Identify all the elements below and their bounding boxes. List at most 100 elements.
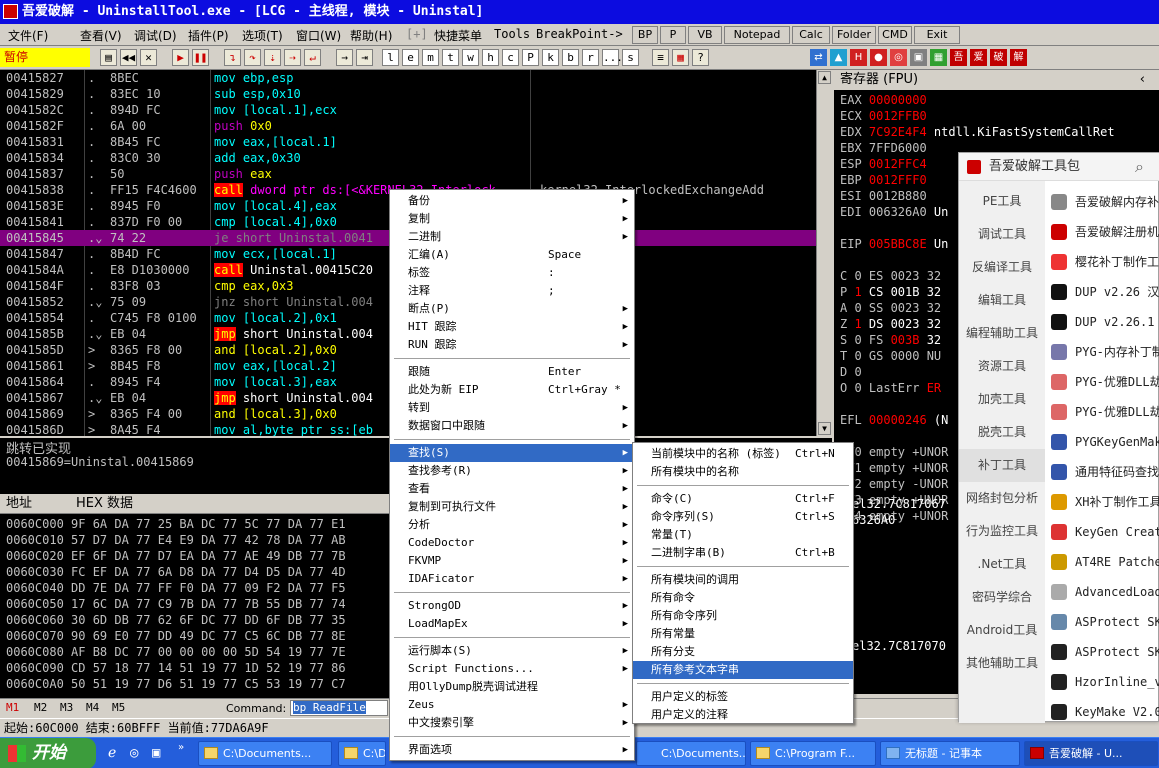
find-submenu-item[interactable]: 所有命令序列 — [633, 607, 853, 625]
toolbar-w[interactable]: w — [462, 49, 479, 66]
menu-tools[interactable]: Tools — [494, 27, 530, 41]
context-menu-item[interactable]: 界面选项 ▶ — [390, 741, 634, 759]
find-submenu-item[interactable]: 二进制字串(B) Ctrl+B — [633, 544, 853, 562]
disasm-row[interactable]: 0041582F. 6A 00 push 0x0 — [0, 118, 816, 134]
context-menu-item[interactable]: 标签: — [390, 264, 634, 282]
find-submenu-item[interactable]: 命令(C) Ctrl+F — [633, 490, 853, 508]
register-row[interactable]: ST2 empty -UNOR — [840, 476, 948, 492]
find-submenu-item[interactable]: 所有分支 — [633, 643, 853, 661]
register-row[interactable]: ST0 empty +UNOR — [840, 444, 948, 460]
register-row[interactable]: EBX 7FFD6000 — [840, 140, 927, 156]
collapse-icon[interactable]: ‹ — [1140, 70, 1145, 90]
toolkit-category[interactable]: 资源工具 — [959, 350, 1045, 383]
toolkit-category[interactable]: 行为监控工具 — [959, 515, 1045, 548]
register-row[interactable]: A 0 SS 0023 32 — [840, 300, 941, 316]
bp-button[interactable]: BP — [632, 26, 658, 44]
execute-till-return-icon[interactable]: ↵ — [304, 49, 321, 66]
context-menu-item[interactable]: 运行脚本(S) ▶ — [390, 642, 634, 660]
exit-button[interactable]: Exit — [914, 26, 960, 44]
toolbar-k[interactable]: k — [542, 49, 559, 66]
context-menu-item[interactable]: FKVMP ▶ — [390, 552, 634, 570]
dump-row[interactable]: 0060C020 EF 6F DA 77 D7 EA DA 77 AE 49 D… — [6, 548, 346, 564]
toolbar-c[interactable]: c — [502, 49, 519, 66]
register-row[interactable]: ECX 0012FFB0 — [840, 108, 927, 124]
toolbar-l[interactable]: l — [382, 49, 399, 66]
register-row[interactable]: EDI 006326A0 Un — [840, 204, 948, 220]
menu-options[interactable]: 选项(T) — [242, 27, 283, 44]
context-menu-item[interactable]: 复制到可执行文件 ▶ — [390, 498, 634, 516]
step-into-icon[interactable]: ↴ — [224, 49, 241, 66]
context-menu-item[interactable]: 断点(P) ▶ — [390, 300, 634, 318]
context-menu-item[interactable]: 复制 ▶ — [390, 210, 634, 228]
toolbar-dots[interactable]: ... — [602, 49, 623, 66]
refresh-icon[interactable]: ⇄ — [810, 49, 827, 66]
vb-button[interactable]: VB — [688, 26, 722, 44]
task-notepad[interactable]: 无标题 - 记事本 — [880, 741, 1020, 766]
plugin-d-icon[interactable]: ▣ — [910, 49, 927, 66]
toolkit-category[interactable]: Android工具 — [959, 614, 1045, 647]
find-submenu-item[interactable]: 用户定义的标签 — [633, 688, 853, 706]
context-menu-item[interactable]: 二进制 ▶ — [390, 228, 634, 246]
register-row[interactable]: EIP 005BBC8E Un — [840, 236, 948, 252]
menu-plugins[interactable]: 插件(P) — [188, 27, 229, 44]
context-menu-item[interactable]: RUN 跟踪 ▶ — [390, 336, 634, 354]
dump-row[interactable]: 0060C070 90 69 E0 77 DD 49 DC 77 C5 6C D… — [6, 628, 346, 644]
media-icon[interactable]: ▣ — [152, 745, 160, 761]
context-menu-item[interactable]: 查找(S) ▶ — [390, 444, 634, 462]
menu-help[interactable]: 帮助(H) — [350, 27, 392, 44]
register-row[interactable]: EFL 00000246 (N — [840, 412, 948, 428]
toolkit-category[interactable]: 网络封包分析 — [959, 482, 1045, 515]
scroll-up-icon[interactable]: ▲ — [818, 71, 831, 84]
tab-m2[interactable]: M2 — [34, 701, 47, 714]
toolkit-category[interactable]: 补丁工具 — [959, 449, 1045, 482]
context-menu-item[interactable]: CodeDoctor ▶ — [390, 534, 634, 552]
find-submenu-item[interactable]: 所有模块中的名称 — [633, 463, 853, 481]
plugin-h-icon[interactable]: H — [850, 49, 867, 66]
register-row[interactable]: S 0 FS 003B 32 — [840, 332, 941, 348]
register-row[interactable]: EBP 0012FFF0 — [840, 172, 927, 188]
tab-m3[interactable]: M3 — [60, 701, 73, 714]
context-menu-item[interactable]: 查找参考(R) ▶ — [390, 462, 634, 480]
dump-row[interactable]: 0060C000 9F 6A DA 77 25 BA DC 77 5C 77 D… — [6, 516, 346, 532]
tab-m1[interactable]: M1 — [6, 701, 19, 714]
disassembly-scrollbar[interactable]: ▲ ▼ — [816, 70, 832, 436]
task-documents-1[interactable]: C:\Documents... — [198, 741, 332, 766]
menu-quick[interactable]: 快捷菜单 — [434, 27, 482, 44]
task-documents-2[interactable]: C:\D — [338, 741, 386, 766]
context-menu-item[interactable]: StrongOD ▶ — [390, 597, 634, 615]
toolbar-r[interactable]: r — [582, 49, 599, 66]
pause-icon[interactable]: ❚❚ — [192, 49, 209, 66]
toolkit-category[interactable]: 反编译工具 — [959, 251, 1045, 284]
tab-m4[interactable]: M4 — [86, 701, 99, 714]
context-menu-item[interactable]: IDAFicator ▶ — [390, 570, 634, 588]
toolbar-e[interactable]: e — [402, 49, 419, 66]
find-submenu-item[interactable]: 所有参考文本字串 — [633, 661, 853, 679]
grid-icon[interactable]: ▦ — [672, 49, 689, 66]
open-icon[interactable]: ▤ — [100, 49, 117, 66]
plugin-e-icon[interactable]: ▦ — [930, 49, 947, 66]
dump-row[interactable]: 0060C040 DD 7E DA 77 FF F0 DA 77 09 F2 D… — [6, 580, 346, 596]
list-icon[interactable]: ≡ — [652, 49, 669, 66]
toolbar-s[interactable]: s — [622, 49, 639, 66]
ie-icon[interactable]: ℯ — [108, 745, 116, 761]
disasm-row[interactable]: 00415834. 83C0 30 add eax,0x30 — [0, 150, 816, 166]
run-icon[interactable]: ▶ — [172, 49, 189, 66]
toolkit-category[interactable]: 编程辅助工具 — [959, 317, 1045, 350]
tab-m5[interactable]: M5 — [112, 701, 125, 714]
register-row[interactable]: Z 1 DS 0023 32 — [840, 316, 941, 332]
dump-row[interactable]: 0060C080 AF B8 DC 77 00 00 00 00 5D 54 1… — [6, 644, 346, 660]
start-button[interactable]: 开始 — [0, 738, 96, 768]
cmd-button[interactable]: CMD — [878, 26, 912, 44]
disasm-row[interactable]: 00415829. 83EC 10 sub esp,0x10 — [0, 86, 816, 102]
toolbar-m[interactable]: m — [422, 49, 439, 66]
toolkit-category[interactable]: 编辑工具 — [959, 284, 1045, 317]
toolbar-p[interactable]: P — [522, 49, 539, 66]
context-menu-item[interactable]: Zeus ▶ — [390, 696, 634, 714]
trace-over-icon[interactable]: ⇢ — [284, 49, 301, 66]
find-submenu-item[interactable]: 所有命令 — [633, 589, 853, 607]
dump-row[interactable]: 0060C010 57 D7 DA 77 E4 E9 DA 77 42 78 D… — [6, 532, 346, 548]
task-program-files[interactable]: C:\Program F... — [750, 741, 876, 766]
find-submenu-item[interactable]: 用户定义的注释 — [633, 706, 853, 724]
toolbar-h[interactable]: h — [482, 49, 499, 66]
plugin-ai-icon[interactable]: 爱 — [970, 49, 987, 66]
